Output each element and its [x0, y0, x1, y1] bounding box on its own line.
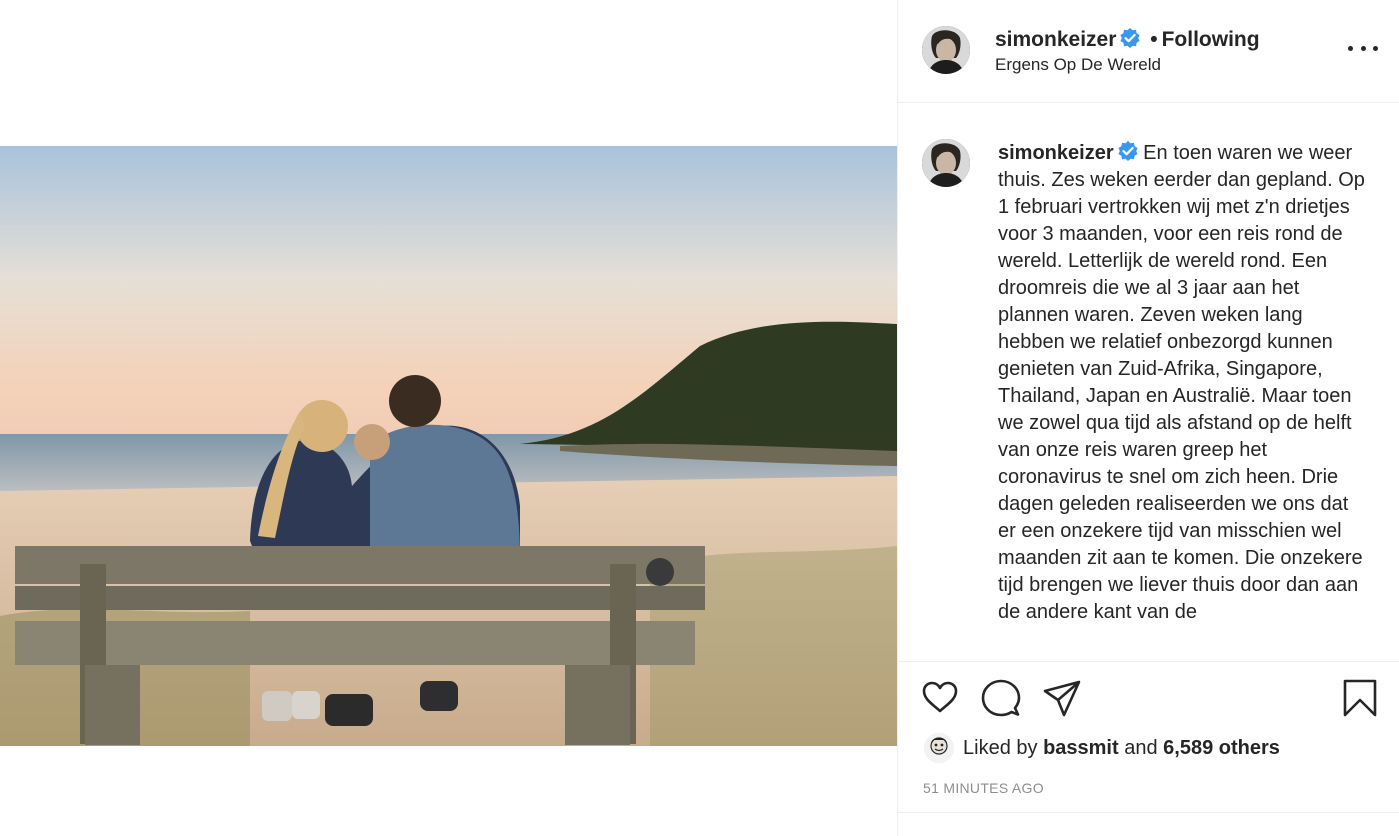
comments-area[interactable]: simonkeizer En toen waren we weer thuis.… — [898, 104, 1399, 660]
action-bar — [898, 661, 1399, 731]
post-header: simonkeizer • Following Ergens Op De Were… — [898, 0, 1399, 103]
author-avatar-image — [922, 26, 970, 74]
save-button — [1343, 679, 1377, 717]
bookmark-icon[interactable] — [1340, 678, 1380, 718]
caption-author-avatar[interactable] — [922, 139, 970, 187]
likes-count[interactable]: 6,589 others — [1163, 737, 1280, 760]
header-separator: • — [1150, 28, 1158, 51]
more-dot — [1360, 45, 1366, 51]
post-sidebar: simonkeizer • Following Ergens Op De Were… — [897, 0, 1399, 836]
author-name-line: simonkeizer • Following — [995, 28, 1260, 52]
author-username[interactable]: simonkeizer — [995, 28, 1116, 51]
share-icon[interactable] — [1042, 678, 1082, 718]
share-button — [1043, 680, 1081, 717]
like-button — [922, 681, 958, 713]
liker-username[interactable]: bassmit — [1043, 737, 1119, 760]
comment-icon[interactable] — [981, 678, 1021, 718]
caption-text: En toen waren we weer thuis. Zes weken e… — [998, 142, 1365, 623]
comment-button — [981, 679, 1021, 717]
verified-badge-icon — [1118, 141, 1138, 161]
following-button[interactable]: Following — [1162, 28, 1260, 51]
more-dot — [1373, 45, 1378, 51]
post-caption: simonkeizer En toen waren we weer thuis.… — [998, 140, 1368, 626]
likes-prefix: Liked by — [963, 736, 1038, 759]
liker-avatar[interactable] — [924, 733, 954, 763]
likes-summary: Liked by bassmit and 6,589 others — [924, 732, 1280, 764]
more-options-icon[interactable] — [1348, 38, 1378, 58]
more-dot — [1348, 45, 1353, 51]
caption-username[interactable]: simonkeizer — [998, 142, 1114, 164]
likes-and: and — [1124, 736, 1158, 759]
post-media-area — [0, 0, 897, 836]
post-location[interactable]: Ergens Op De Wereld — [995, 55, 1161, 75]
beach-bench-photo — [0, 146, 897, 746]
post-timestamp[interactable]: 51 MINUTES AGO — [923, 780, 1044, 796]
verified-badge-icon — [1120, 28, 1140, 48]
post-photo[interactable] — [0, 146, 897, 746]
caption-avatar-image — [922, 139, 970, 187]
liker-avatar-image — [924, 733, 954, 763]
author-avatar[interactable] — [922, 26, 970, 74]
divider — [898, 812, 1399, 813]
heart-icon[interactable] — [920, 678, 960, 718]
